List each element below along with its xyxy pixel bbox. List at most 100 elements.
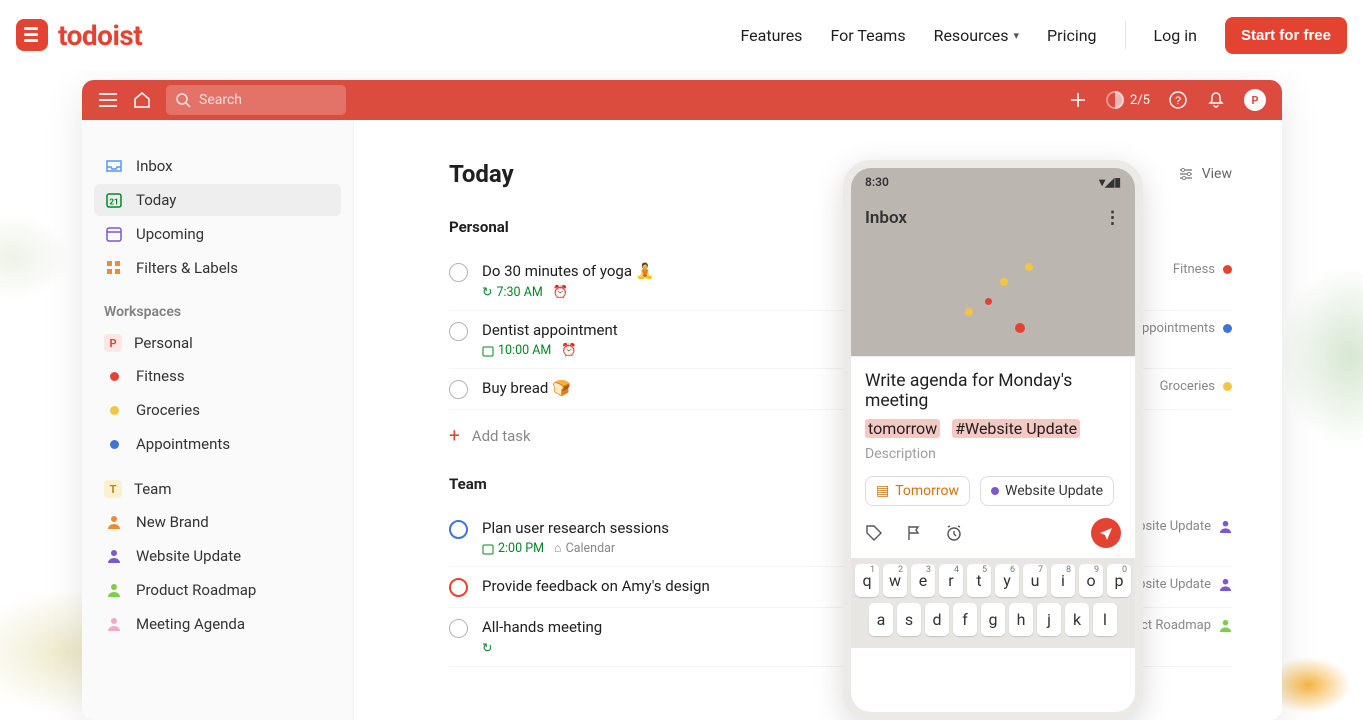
sidebar-item-inbox[interactable]: Inbox [94,150,341,182]
phone-chip-tomorrow[interactable]: ▤ Tomorrow [865,476,970,506]
key-u[interactable]: u7 [1023,564,1047,597]
key-r[interactable]: r4 [939,564,963,597]
key-o[interactable]: o9 [1079,564,1103,597]
nav-login[interactable]: Log in [1154,26,1197,45]
key-y[interactable]: y6 [995,564,1019,597]
key-d[interactable]: d [925,603,949,636]
sidebar-item-meeting-agenda[interactable]: Meeting Agenda [94,608,341,640]
plus-icon: + [449,424,460,447]
phone-description-input[interactable]: Description [865,446,1121,462]
key-j[interactable]: j [1037,603,1061,636]
home-icon[interactable] [132,90,152,110]
task-label: ⌂Calendar [554,541,615,556]
send-button[interactable] [1091,518,1121,548]
phone-inbox-title: Inbox [865,208,907,228]
sidebar-item-personal[interactable]: P Personal [94,328,341,358]
progress-text: 2/5 [1130,93,1150,108]
sidebar-item-label: Upcoming [136,225,204,243]
calendar-icon [482,543,494,555]
sidebar-item-label: Today [136,191,176,209]
sidebar-item-fitness[interactable]: Fitness [94,360,341,392]
task-checkbox[interactable] [449,380,468,399]
sidebar-personal-group: P Personal Fitness Groceries Appointment… [94,328,341,460]
search-input[interactable]: Search [166,85,346,115]
key-q[interactable]: q1 [855,564,879,597]
phone-status-icons: ▾◢▮ [1099,175,1121,189]
task-project-tag[interactable]: Fitness [1173,262,1232,277]
key-f[interactable]: f [953,603,977,636]
task-project-tag[interactable]: Groceries [1160,379,1232,394]
sidebar-item-groceries[interactable]: Groceries [94,394,341,426]
sidebar-item-team[interactable]: T Team [94,474,341,504]
sidebar-item-upcoming[interactable]: Upcoming [94,218,341,250]
productivity-indicator[interactable]: 2/5 [1106,91,1150,109]
nav-teams[interactable]: For Teams [830,26,905,45]
view-button[interactable]: View [1178,166,1232,182]
task-checkbox[interactable] [449,619,468,638]
person-icon [1219,578,1232,591]
nav-resources[interactable]: Resources ▾ [934,26,1019,45]
dot-icon [110,372,119,381]
sidebar-item-product-roadmap[interactable]: Product Roadmap [94,574,341,606]
avatar[interactable]: P [1244,89,1266,111]
team-badge: T [104,480,122,498]
sidebar-item-today[interactable]: 21 Today [94,184,341,216]
help-icon[interactable]: ? [1168,90,1188,110]
dot-icon [1223,265,1232,274]
phone-chip-project[interactable]: Website Update [980,476,1114,506]
brand[interactable]: todoist [16,19,142,52]
refresh-icon: ↻ [482,640,492,656]
bell-icon[interactable] [1206,90,1226,110]
sidebar-item-website-update[interactable]: Website Update [94,540,341,572]
calendar-upcoming-icon [104,224,124,244]
phone-status-bar: 8:30 ▾◢▮ [851,168,1135,196]
label-icon[interactable] [865,524,883,542]
sidebar-item-label: Meeting Agenda [136,615,245,633]
nav-features[interactable]: Features [741,26,803,45]
key-a[interactable]: a [869,603,893,636]
add-task-icon[interactable] [1068,90,1088,110]
task-checkbox[interactable] [449,578,468,597]
key-p[interactable]: p0 [1107,564,1131,597]
page-title: Today [449,160,514,188]
nav-pricing[interactable]: Pricing [1047,26,1097,45]
alarm-icon[interactable] [945,524,963,542]
task-date: 10:00 AM [482,343,551,358]
grid-icon [104,258,124,278]
task-project-tag[interactable]: Appointments [1133,321,1232,336]
flag-icon[interactable] [905,524,923,542]
brand-logo-icon [16,19,48,51]
sidebar-item-filters[interactable]: Filters & Labels [94,252,341,284]
phone-quick-add-card: Write agenda for Monday's meeting tomorr… [851,356,1135,558]
task-date: 2:00 PM [482,541,544,556]
task-checkbox[interactable] [449,263,468,282]
dot-icon [110,440,119,449]
key-t[interactable]: t5 [967,564,991,597]
key-e[interactable]: e3 [911,564,935,597]
phone-keyboard: q1w2e3r4t5y6u7i8o9p0 asdfghjkl [851,558,1135,648]
svg-text:?: ? [1175,95,1181,107]
key-w[interactable]: w2 [883,564,907,597]
sidebar: Inbox 21 Today Upcoming Filters & Labels… [82,120,354,720]
key-g[interactable]: g [981,603,1005,636]
phone-task-input[interactable]: Write agenda for Monday's meeting [865,371,1121,411]
search-placeholder: Search [199,92,242,108]
menu-icon[interactable] [98,90,118,110]
key-i[interactable]: i8 [1051,564,1075,597]
sidebar-item-label: Fitness [136,367,185,385]
task-checkbox[interactable] [449,322,468,341]
phone-mockup: 8:30 ▾◢▮ Inbox ⋮ Write agenda for Monday… [843,160,1143,720]
more-icon[interactable]: ⋮ [1104,208,1121,228]
task-checkbox[interactable] [449,520,468,539]
key-k[interactable]: k [1065,603,1089,636]
key-s[interactable]: s [897,603,921,636]
cta-start-free-button[interactable]: Start for free [1225,17,1347,54]
key-l[interactable]: l [1093,603,1117,636]
send-icon [1099,526,1113,540]
sidebar-item-label: Groceries [136,401,200,419]
sidebar-item-new-brand[interactable]: New Brand [94,506,341,538]
dot-icon [991,487,999,495]
task-recur: ↻7:30 AM [482,284,543,300]
key-h[interactable]: h [1009,603,1033,636]
sidebar-item-appointments[interactable]: Appointments [94,428,341,460]
